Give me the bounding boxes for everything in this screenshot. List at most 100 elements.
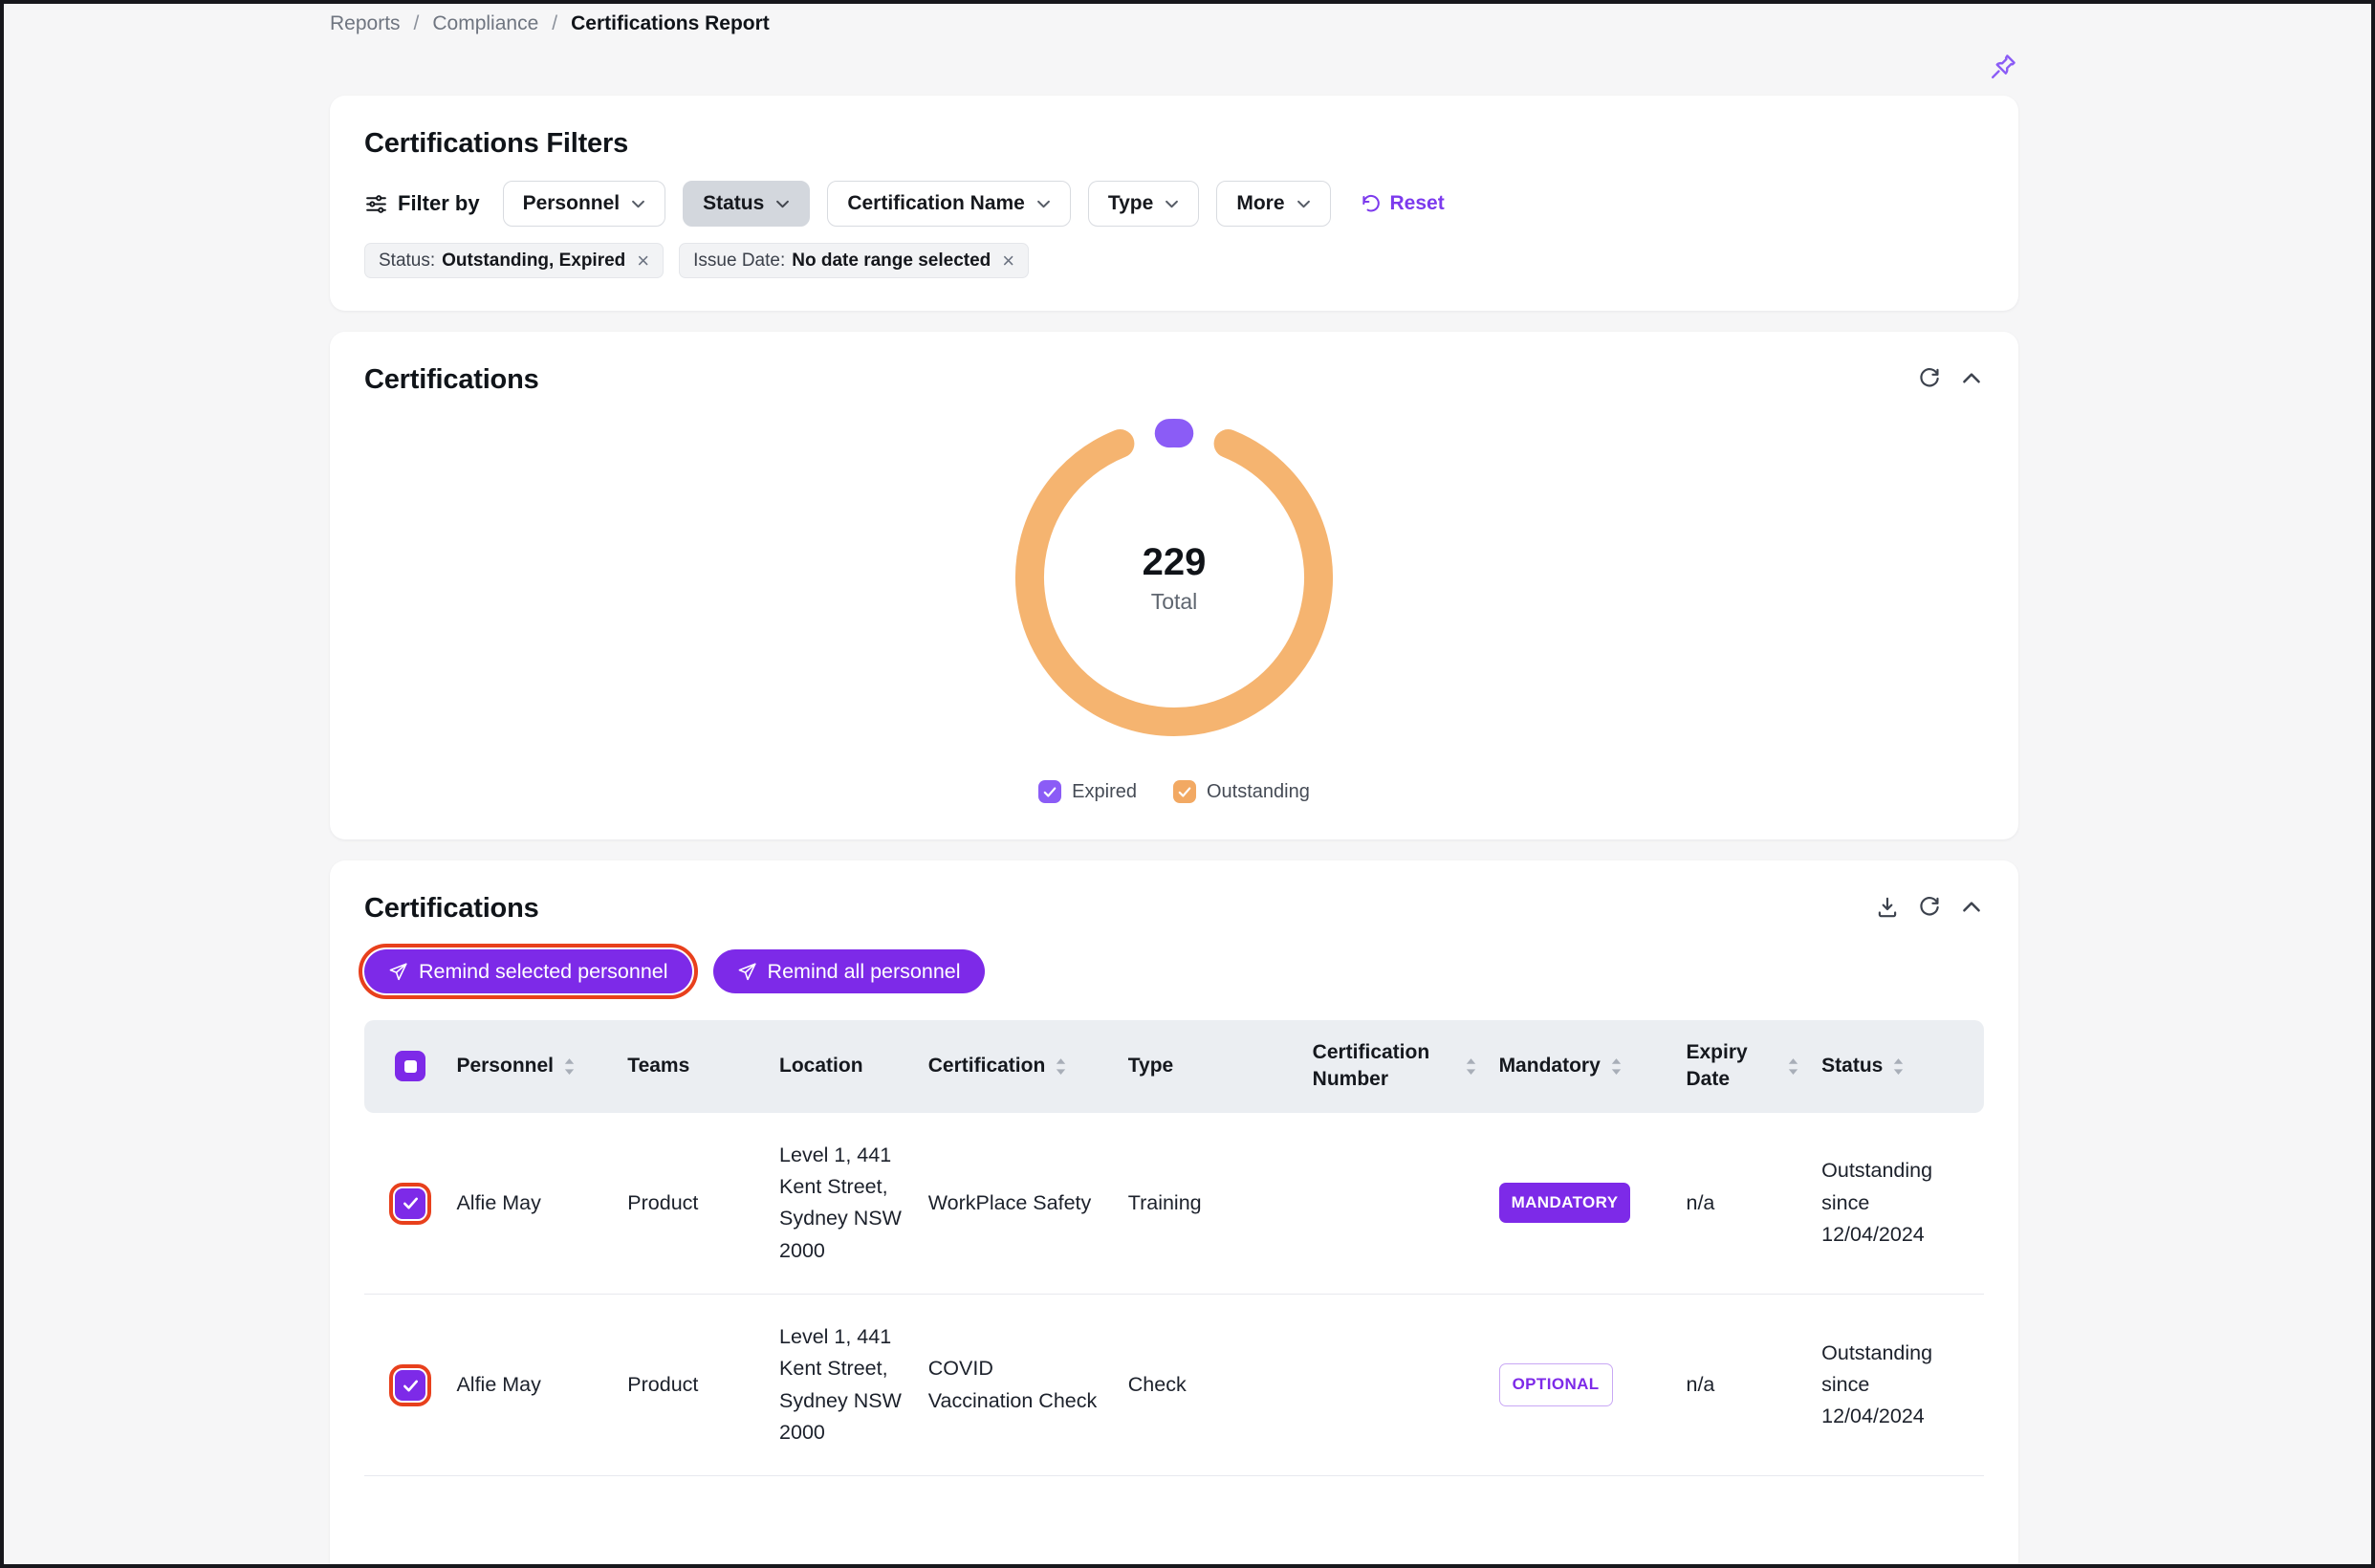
- column-label: Certification: [928, 1053, 1046, 1079]
- page-content: Certifications Filters Filter by Personn…: [330, 96, 2018, 1568]
- chart-card-actions: [1917, 364, 1984, 391]
- cell-mandatory: MANDATORY: [1499, 1113, 1687, 1295]
- dropdown-label: Type: [1108, 192, 1153, 215]
- remove-chip-icon[interactable]: ×: [637, 250, 649, 272]
- column-header-status[interactable]: Status: [1821, 1020, 1984, 1113]
- reset-label: Reset: [1390, 192, 1445, 215]
- remove-chip-icon[interactable]: ×: [1002, 250, 1014, 272]
- table-row: Alfie May Product Level 1, 441 Kent Stre…: [364, 1294, 1984, 1475]
- filter-dropdown-status[interactable]: Status: [683, 181, 810, 227]
- pin-row: [330, 48, 2018, 86]
- table-card-header: Certifications: [364, 893, 1984, 925]
- column-label: Teams: [627, 1053, 689, 1079]
- table-card-title: Certifications: [364, 893, 539, 925]
- breadcrumb-separator: /: [552, 11, 557, 36]
- select-all-cell: [364, 1020, 456, 1113]
- column-header-certification[interactable]: Certification: [928, 1020, 1128, 1113]
- optional-badge: OPTIONAL: [1499, 1363, 1613, 1405]
- breadcrumb-separator: /: [414, 11, 420, 36]
- send-icon: [737, 962, 757, 982]
- reset-filters-button[interactable]: Reset: [1360, 192, 1445, 215]
- chart-card-header: Certifications: [364, 364, 1984, 396]
- pin-icon[interactable]: [1988, 52, 2018, 82]
- checkbox-checked-icon[interactable]: [1173, 780, 1196, 803]
- collapse-chevron-icon[interactable]: [1959, 366, 1984, 391]
- sort-icon[interactable]: [1891, 1056, 1906, 1077]
- certifications-table-card: Certifications: [330, 860, 2018, 1568]
- button-label: Remind all personnel: [768, 960, 961, 984]
- cell-personnel: Alfie May: [456, 1113, 627, 1295]
- sort-icon[interactable]: [1054, 1056, 1068, 1077]
- table-card-actions: [1875, 893, 1984, 920]
- column-label: Certification Number: [1313, 1039, 1455, 1094]
- column-label: Mandatory: [1499, 1053, 1601, 1079]
- column-header-personnel[interactable]: Personnel: [456, 1020, 627, 1113]
- filter-dropdown-certification-name[interactable]: Certification Name: [827, 181, 1071, 227]
- chip-status-filter: Status: Outstanding, Expired ×: [364, 243, 664, 278]
- filters-card-title: Certifications Filters: [364, 128, 1984, 160]
- sort-icon[interactable]: [562, 1056, 577, 1077]
- breadcrumb-compliance[interactable]: Compliance: [432, 11, 538, 36]
- certifications-chart-card: Certifications: [330, 332, 2018, 839]
- donut-center-label: 229 Total: [1013, 417, 1335, 738]
- column-header-location: Location: [779, 1020, 928, 1113]
- remind-selected-personnel-button[interactable]: Remind selected personnel: [364, 949, 692, 993]
- chart-card-title: Certifications: [364, 364, 539, 396]
- select-all-checkbox[interactable]: [395, 1051, 425, 1081]
- filter-dropdown-type[interactable]: Type: [1088, 181, 1199, 227]
- cell-certification: WorkPlace Safety: [928, 1113, 1128, 1295]
- table-row: Alfie May Product Level 1, 441 Kent Stre…: [364, 1113, 1984, 1295]
- column-header-expiry-date[interactable]: Expiry Date: [1686, 1020, 1821, 1113]
- donut-total-value: 229: [1143, 541, 1207, 584]
- chip-label: Status:: [379, 250, 435, 272]
- remind-all-personnel-button[interactable]: Remind all personnel: [713, 949, 985, 993]
- filter-dropdown-more[interactable]: More: [1216, 181, 1330, 227]
- check-icon: [403, 1380, 419, 1392]
- column-label: Expiry Date: [1686, 1039, 1777, 1094]
- dropdown-label: Personnel: [523, 192, 621, 215]
- column-label: Status: [1821, 1053, 1883, 1079]
- sort-icon[interactable]: [1786, 1056, 1800, 1077]
- mandatory-badge: MANDATORY: [1499, 1183, 1631, 1223]
- chip-issue-date-filter: Issue Date: No date range selected ×: [679, 243, 1029, 278]
- cell-location: Level 1, 441 Kent Street, Sydney NSW 200…: [779, 1294, 928, 1475]
- cell-location: Level 1, 441 Kent Street, Sydney NSW 200…: [779, 1113, 928, 1295]
- collapse-chevron-icon[interactable]: [1959, 895, 1984, 920]
- table-header-row: Personnel Teams Location Certification T…: [364, 1020, 1984, 1113]
- column-label: Location: [779, 1053, 863, 1079]
- row-checkbox[interactable]: [395, 1188, 425, 1219]
- cell-personnel: Alfie May: [456, 1294, 627, 1475]
- filter-row: Filter by Personnel Status Certification…: [364, 181, 1984, 227]
- legend-item-outstanding[interactable]: Outstanding: [1173, 780, 1310, 803]
- column-header-mandatory[interactable]: Mandatory: [1499, 1020, 1687, 1113]
- cell-expiry-date: n/a: [1686, 1294, 1821, 1475]
- filters-card: Certifications Filters Filter by Personn…: [330, 96, 2018, 311]
- checkbox-checked-icon[interactable]: [1038, 780, 1061, 803]
- refresh-icon[interactable]: [1917, 895, 1942, 920]
- breadcrumb-reports[interactable]: Reports: [330, 11, 401, 36]
- legend-label: Expired: [1072, 781, 1137, 803]
- cell-mandatory: OPTIONAL: [1499, 1294, 1687, 1475]
- row-checkbox[interactable]: [395, 1370, 425, 1401]
- legend-item-expired[interactable]: Expired: [1038, 780, 1137, 803]
- app-window: Reports / Compliance / Certifications Re…: [0, 0, 2375, 1568]
- sort-icon[interactable]: [1609, 1056, 1623, 1077]
- filter-by-label: Filter by: [364, 191, 480, 216]
- chip-value: Outstanding, Expired: [442, 250, 625, 272]
- chevron-down-icon: [775, 200, 790, 208]
- chip-value: No date range selected: [792, 250, 991, 272]
- filter-dropdown-personnel[interactable]: Personnel: [503, 181, 666, 227]
- cell-status: Outstanding since 12/04/2024: [1821, 1113, 1984, 1295]
- chevron-down-icon: [1296, 200, 1311, 208]
- dropdown-label: Status: [703, 192, 764, 215]
- certifications-donut-chart: 229 Total: [1013, 417, 1335, 738]
- button-label: Remind selected personnel: [419, 960, 668, 984]
- column-header-certification-number[interactable]: Certification Number: [1313, 1020, 1499, 1113]
- cell-certification-number: [1313, 1113, 1499, 1295]
- indeterminate-mark: [404, 1060, 417, 1073]
- column-header-type: Type: [1128, 1020, 1313, 1113]
- remind-actions: Remind selected personnel Remind all per…: [364, 949, 1984, 993]
- refresh-icon[interactable]: [1917, 366, 1942, 391]
- sort-icon[interactable]: [1464, 1056, 1478, 1077]
- download-icon[interactable]: [1875, 895, 1900, 920]
